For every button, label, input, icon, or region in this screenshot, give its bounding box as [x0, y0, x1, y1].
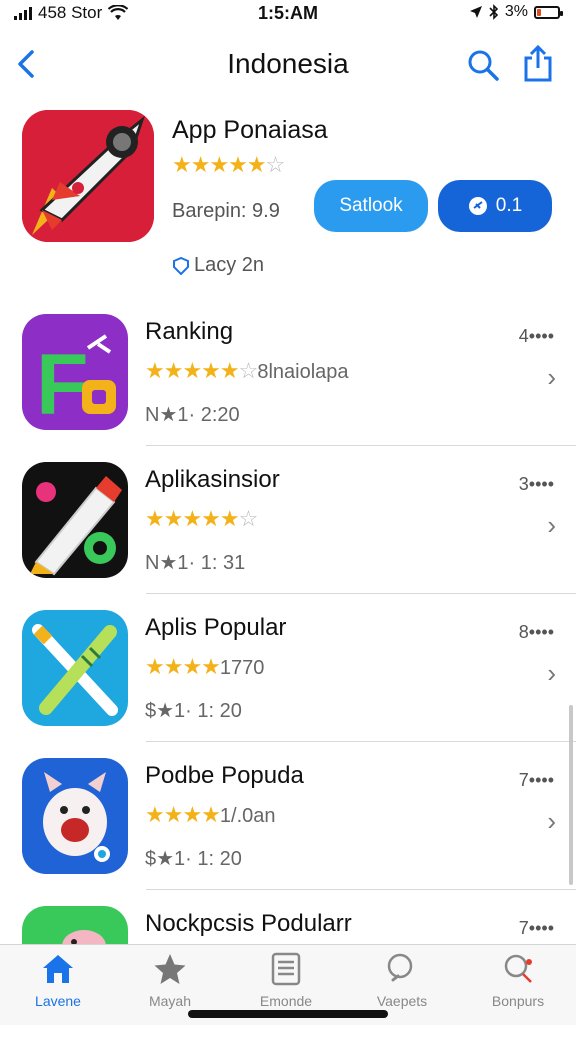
featured-rating: ★★★★★☆	[172, 152, 286, 178]
app-meta: $★1· 1: 20	[145, 700, 242, 722]
app-meta: N★1· 2:20	[145, 404, 240, 426]
tab-vaepets[interactable]: Vaepets	[352, 951, 452, 1009]
tab-label: Vaepets	[376, 993, 428, 1009]
battery-percent: 3%	[504, 3, 528, 20]
app-icon-fo: F	[22, 314, 128, 430]
app-name: Aplikasinsior	[145, 466, 280, 493]
rating-line: ★★★★1/.0an	[145, 802, 276, 828]
tab-label: Mayah	[148, 993, 192, 1009]
badge-icon	[173, 256, 189, 275]
app-name: Ranking	[145, 318, 234, 345]
scrollbar[interactable]	[569, 705, 573, 885]
profile-icon	[504, 954, 532, 983]
tab-home[interactable]: Lavene	[8, 951, 108, 1009]
svg-text:F: F	[36, 337, 89, 430]
rating-line: ★★★★★☆8lnaiolapa	[145, 358, 349, 384]
rank-label: 3••••	[518, 474, 554, 494]
app-name: Aplis Popular	[145, 614, 287, 641]
featured-sub-label: Lacy 2n	[194, 254, 265, 276]
rating-empty-star: ☆	[238, 358, 259, 383]
status-right: 3%	[469, 3, 563, 21]
app-meta: $★1· 1: 20	[145, 848, 242, 870]
rating-line: ★★★★1770	[145, 654, 264, 680]
rating-text: 1/.0an	[219, 805, 276, 827]
download-icon	[468, 197, 487, 215]
app-list: F Ranking 4•••• ★★★★★☆8lnaiolapa › N★1· …	[0, 298, 576, 1038]
nav-bar: Indonesia	[0, 36, 576, 92]
chevron-right-icon: ›	[547, 510, 556, 540]
chevron-right-icon: ›	[547, 806, 556, 836]
tab-label: Emonde	[259, 993, 313, 1009]
featured-app-name: App Ponaiasa	[172, 116, 328, 144]
list-item[interactable]: Aplikasinsior 3•••• ★★★★★☆ › N★1· 1: 31	[0, 446, 576, 594]
tab-label: Bonpurs	[491, 993, 545, 1009]
app-icon-cross-tools	[22, 610, 128, 726]
home-icon	[43, 955, 73, 983]
status-bar: 458 Stor 1:5:AM 3%	[0, 0, 576, 26]
rating-stars: ★★★★	[145, 654, 221, 679]
battery-fill	[537, 8, 542, 16]
tab-emonde[interactable]: Emonde	[236, 951, 336, 1009]
star-icon	[154, 954, 186, 984]
rating-empty-star: ☆	[238, 506, 259, 531]
featured-meta: Barepin: 9.9	[172, 200, 280, 222]
rating-line: ★★★★★☆	[145, 506, 259, 532]
battery-icon	[534, 5, 563, 19]
share-button[interactable]	[518, 44, 558, 84]
share-icon	[524, 44, 552, 82]
app-meta: N★1· 1: 31	[145, 552, 246, 574]
rating-stars: ★★★★★	[145, 358, 240, 383]
tab-bonpurs[interactable]: Bonpurs	[468, 951, 568, 1009]
rank-label: 4••••	[518, 326, 554, 346]
app-name: Podbe Popuda	[145, 762, 304, 789]
rating-stars: ★★★★★	[172, 152, 267, 177]
rating-stars: ★★★★★	[145, 506, 240, 531]
location-icon	[469, 6, 482, 18]
chevron-right-icon: ›	[547, 658, 556, 688]
tab-mayah[interactable]: Mayah	[120, 951, 220, 1009]
satlook-button[interactable]: Satlook	[314, 180, 428, 232]
rank-label: 7••••	[518, 770, 554, 790]
app-icon-mascot	[22, 758, 128, 874]
home-indicator	[188, 1010, 388, 1018]
featured-app[interactable]: App Ponaiasa ★★★★★☆ Barepin: 9.9 Lacy 2n…	[0, 108, 576, 293]
search-icon	[387, 953, 413, 982]
rank-label: 8••••	[518, 622, 554, 642]
chevron-right-icon: ›	[547, 362, 556, 392]
app-icon-pencil	[22, 462, 128, 578]
rating-stars: ★★★★	[145, 802, 221, 827]
bluetooth-icon	[489, 4, 499, 20]
rank-label: 7••••	[518, 918, 554, 938]
search-button[interactable]	[466, 48, 500, 82]
list-item[interactable]: F Ranking 4•••• ★★★★★☆8lnaiolapa › N★1· …	[0, 298, 576, 446]
rating-text: 8lnaiolapa	[257, 361, 349, 383]
list-item[interactable]: Podbe Popuda 7•••• ★★★★1/.0an › $★1· 1: …	[0, 742, 576, 890]
search-icon	[468, 50, 499, 81]
rating-text: 1770	[219, 657, 265, 679]
get-button-label: 0.1	[495, 195, 523, 216]
get-button[interactable]: 0.1	[438, 180, 552, 232]
featured-sub: Lacy 2n	[172, 254, 264, 277]
rating-empty-star: ☆	[265, 152, 286, 177]
list-icon	[271, 952, 301, 986]
tab-label: Lavene	[35, 993, 81, 1009]
app-name: Nockpcsis Podularr	[145, 910, 352, 937]
app-icon-rocket	[22, 110, 154, 242]
list-item[interactable]: Aplis Popular 8•••• ★★★★1770 › $★1· 1: 2…	[0, 594, 576, 742]
